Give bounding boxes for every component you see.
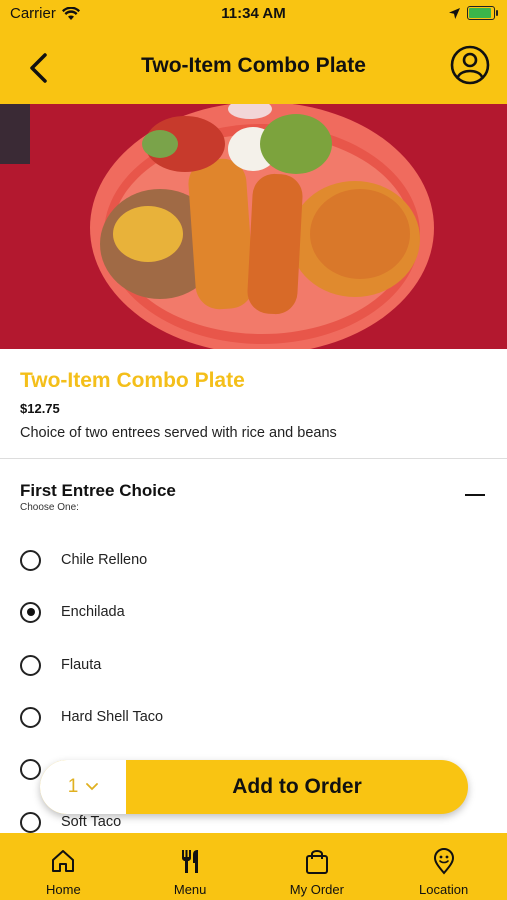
option-label: Soft Taco (61, 814, 122, 830)
tab-menu[interactable]: Menu (127, 833, 254, 900)
tab-label: Location (419, 882, 469, 897)
option-label: Hard Shell Taco (61, 709, 164, 725)
food-photo (0, 104, 507, 349)
collapse-icon[interactable] (465, 494, 485, 496)
tab-location[interactable]: Location (380, 833, 507, 900)
profile-icon[interactable] (449, 44, 491, 86)
radio-button[interactable] (20, 811, 41, 833)
add-to-order-button[interactable]: Add to Order (126, 760, 468, 814)
top-bar: Carrier 11:34 AM Two-Item Combo Plate (0, 0, 507, 104)
item-price: $12.75 (20, 401, 60, 416)
status-right (448, 6, 498, 20)
radio-button-selected[interactable] (20, 601, 41, 623)
tab-bar: Home Menu My Order Location (0, 833, 507, 900)
tab-label: Menu (173, 882, 207, 897)
tab-label: Home (46, 882, 81, 897)
status-time: 11:34 AM (221, 5, 286, 22)
option-label: Enchilada (61, 604, 125, 620)
quantity-selector[interactable]: 1 (40, 760, 126, 814)
item-name: Two-Item Combo Plate (20, 369, 245, 392)
section-subtitle: Choose One: (20, 502, 79, 513)
location-icon (433, 848, 454, 875)
radio-button[interactable] (20, 706, 41, 728)
tab-label: My Order (289, 882, 344, 897)
chevron-down-icon (86, 783, 99, 791)
item-info: Two-Item Combo Plate $12.75 Choice of tw… (0, 349, 507, 459)
tab-home[interactable]: Home (0, 833, 127, 900)
quantity-value: 1 (67, 776, 79, 797)
add-to-order-bar: 1 Add to Order (40, 760, 468, 814)
option-enchilada[interactable]: Enchilada (20, 592, 420, 632)
battery-icon (467, 6, 498, 20)
home-icon (52, 850, 75, 872)
option-label: Flauta (61, 657, 102, 673)
option-chile-relleno[interactable]: Chile Relleno (20, 540, 420, 580)
tab-my-order[interactable]: My Order (254, 833, 381, 900)
fork-knife-icon (182, 850, 199, 873)
status-bar: Carrier 11:34 AM (0, 0, 507, 28)
location-arrow-icon (449, 7, 460, 19)
option-flauta[interactable]: Flauta (20, 645, 420, 685)
radio-button[interactable] (20, 654, 41, 676)
radio-button[interactable] (20, 549, 41, 571)
header: Two-Item Combo Plate (0, 38, 507, 98)
option-hard-shell-taco[interactable]: Hard Shell Taco (20, 697, 420, 737)
page-title: Two-Item Combo Plate (141, 54, 366, 77)
option-label: Chile Relleno (61, 552, 148, 568)
bag-icon (305, 850, 328, 874)
item-description: Choice of two entrees served with rice a… (20, 425, 337, 441)
radio-button[interactable] (20, 758, 41, 780)
combo-plate-image (0, 104, 507, 349)
battery-level (469, 8, 491, 18)
section-title: First Entree Choice (20, 481, 176, 500)
